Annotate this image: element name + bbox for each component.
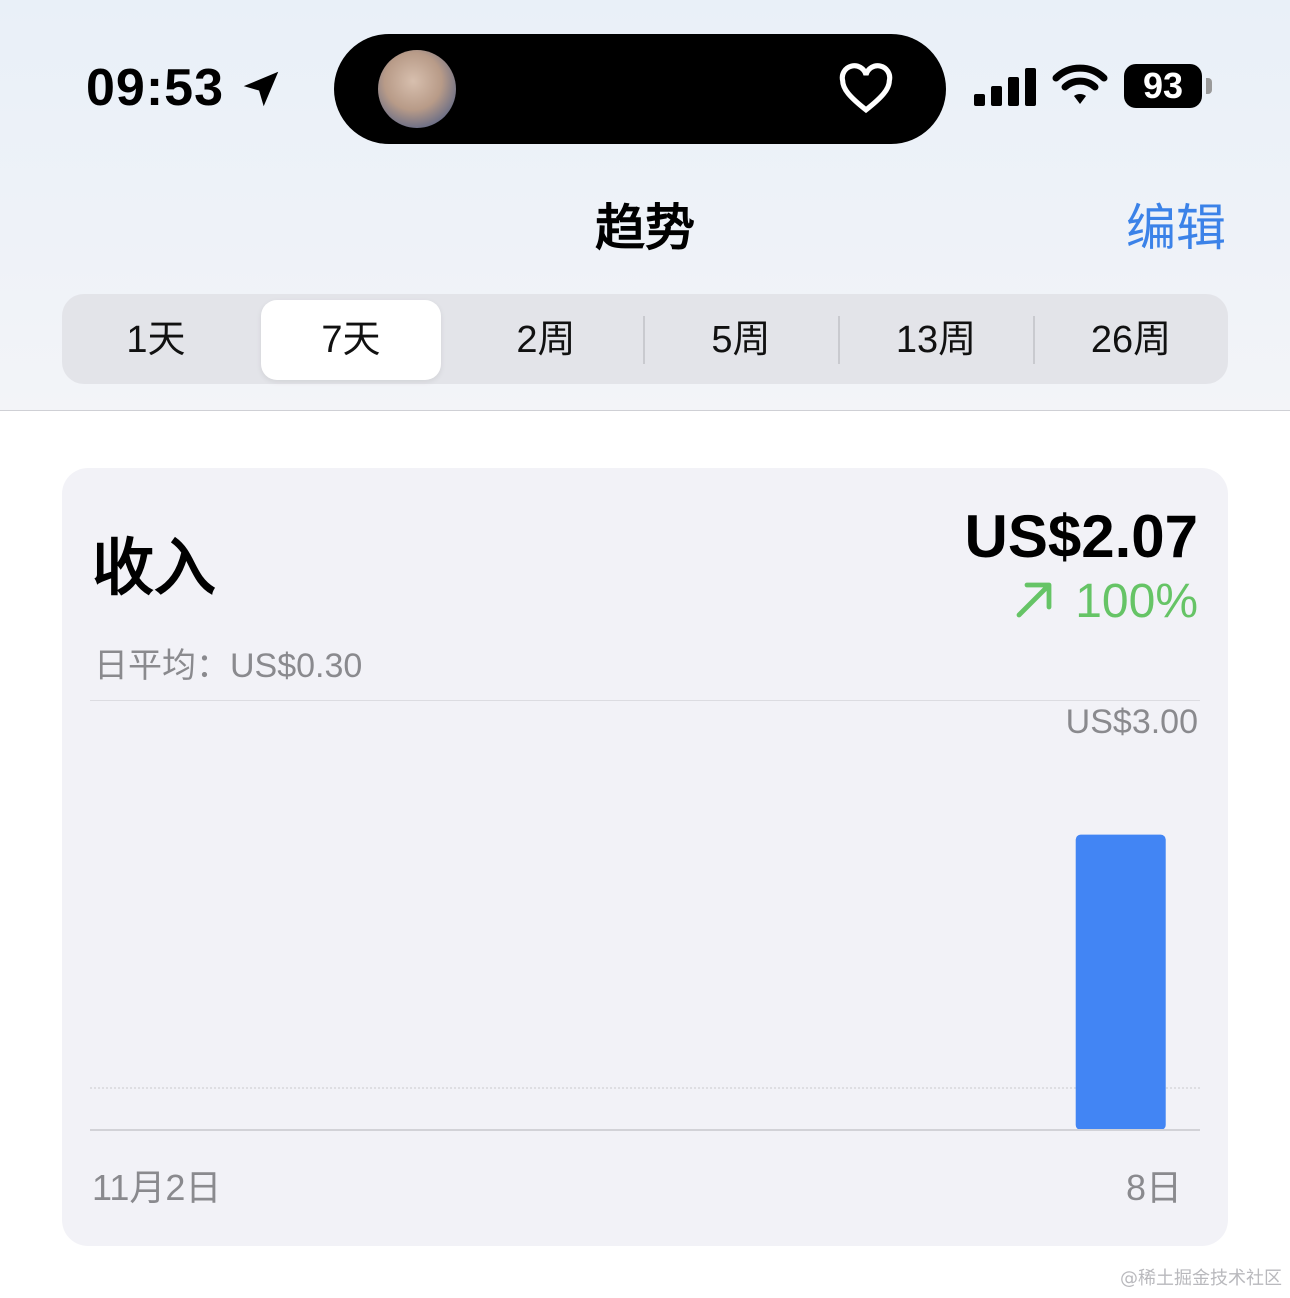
heart-icon[interactable] <box>838 62 894 118</box>
cellular-signal-icon <box>974 68 1036 106</box>
segment-divider <box>838 316 840 364</box>
revenue-card[interactable]: 收入 US$2.07 100% 日平均：US$0.30 US$3.00 11月2… <box>62 468 1228 1246</box>
change-percent: 100% <box>1075 575 1198 628</box>
location-arrow-icon <box>243 71 279 107</box>
segment-divider <box>643 316 645 364</box>
battery-indicator: 93 <box>1124 64 1202 108</box>
segment-5-weeks[interactable]: 5周 <box>651 300 831 380</box>
revenue-value: US$2.07 <box>964 503 1199 570</box>
dynamic-island[interactable] <box>334 34 946 144</box>
edit-button[interactable]: 编辑 <box>1126 200 1226 256</box>
segment-divider <box>1033 316 1035 364</box>
watermark: @稀土掘金技术社区 <box>1120 1268 1282 1289</box>
x-tick-label: 11月2日 <box>92 1167 221 1208</box>
change-indicator: 100% <box>1011 574 1198 630</box>
wifi-icon <box>1052 64 1108 104</box>
segment-1-day[interactable]: 1天 <box>66 300 246 380</box>
card-title: 收入 <box>92 534 217 603</box>
y-axis-max-label: US$3.00 <box>1066 703 1198 741</box>
revenue-chart: US$3.00 11月2日 8日 <box>90 703 1200 1208</box>
arrow-up-right-icon <box>1016 582 1052 618</box>
status-time: 09:53 <box>86 59 224 117</box>
divider <box>90 700 1200 701</box>
revenue-bar[interactable] <box>1075 834 1166 1130</box>
x-tick-label: 8日 <box>1126 1167 1182 1208</box>
battery-cap <box>1206 78 1212 94</box>
segment-26-weeks[interactable]: 26周 <box>1041 300 1221 380</box>
daily-average: 日平均：US$0.30 <box>94 647 363 685</box>
segment-7-days[interactable]: 7天 <box>261 300 441 380</box>
segment-2-weeks[interactable]: 2周 <box>456 300 636 380</box>
avatar[interactable] <box>378 50 456 128</box>
period-segmented-control: 1天 7天 2周 5周 13周 26周 <box>62 294 1228 384</box>
segment-13-weeks[interactable]: 13周 <box>846 300 1026 380</box>
header-area: 09:53 93 趋势 编辑 1天 7天 2周 5周 13周 26周 <box>0 0 1290 411</box>
page-title: 趋势 <box>595 200 695 256</box>
